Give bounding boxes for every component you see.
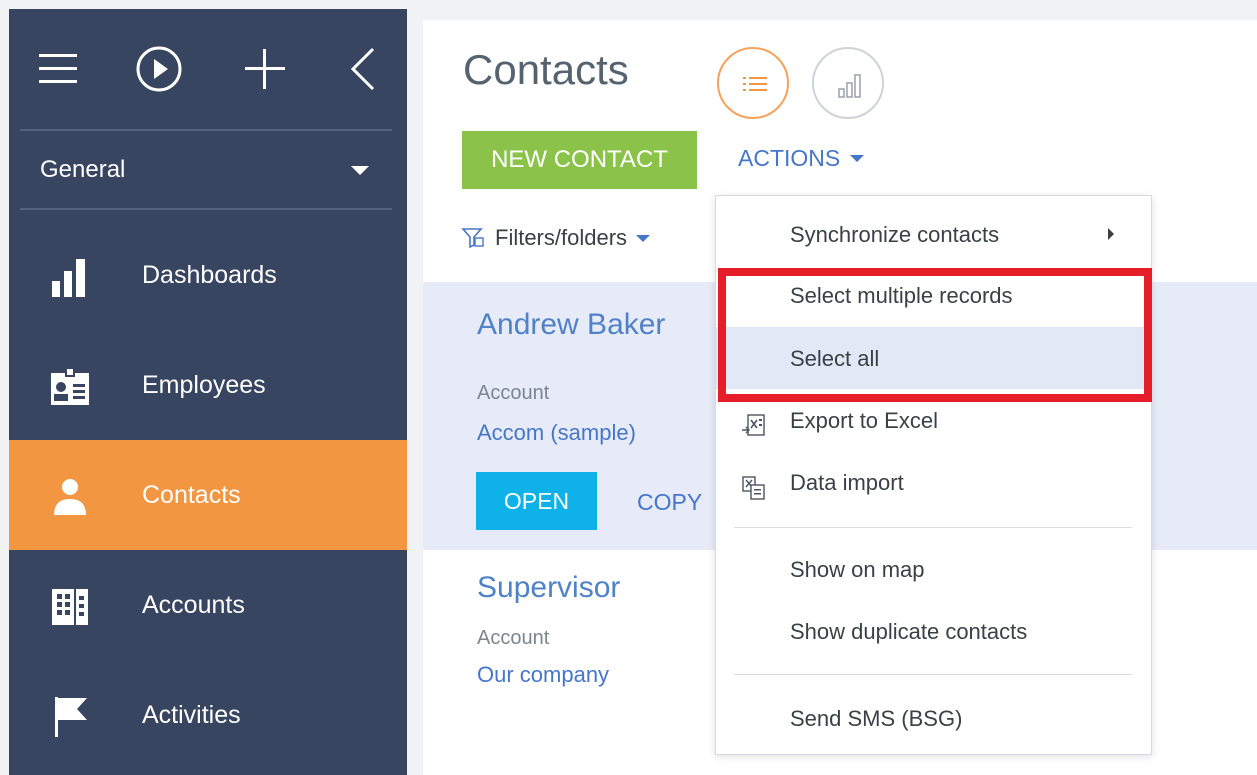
menu-item-label: Show on map	[790, 557, 925, 582]
sidebar-item-label: Activities	[142, 700, 241, 729]
actions-menu: Synchronize contacts Select multiple rec…	[715, 195, 1152, 755]
filters-label: Filters/folders	[495, 225, 628, 250]
menu-item-label: Select all	[790, 346, 880, 371]
menu-item-label: Select multiple records	[790, 283, 1013, 308]
account-label: Account	[477, 627, 550, 649]
play-process-icon[interactable]	[133, 43, 185, 95]
menu-divider	[734, 674, 1132, 675]
flag-icon	[49, 697, 97, 737]
data-import-icon	[742, 476, 765, 500]
menu-item-select-multiple-records[interactable]: Select multiple records	[716, 268, 1151, 330]
menu-item-label: Export to Excel	[790, 408, 938, 433]
id-badge-icon	[49, 367, 97, 407]
chevron-down-icon	[351, 166, 369, 175]
menu-item-label: Send SMS (BSG)	[790, 706, 963, 731]
open-button[interactable]: OPEN	[476, 472, 597, 530]
sidebar-item-label: Accounts	[142, 590, 245, 619]
menu-item-show-duplicate-contacts[interactable]: Show duplicate contacts	[716, 603, 1151, 665]
contact-name[interactable]: Supervisor	[477, 571, 620, 605]
sidebar-item-contacts[interactable]: Contacts	[9, 440, 407, 550]
plus-icon[interactable]	[239, 43, 291, 95]
filter-icon	[461, 228, 484, 249]
analytics-view-button[interactable]	[812, 47, 884, 119]
menu-item-label: Synchronize contacts	[790, 222, 1000, 247]
menu-item-label: Data import	[790, 470, 904, 495]
filters-folders-button[interactable]: Filters/folders	[461, 225, 651, 251]
menu-item-label: Show duplicate contacts	[790, 619, 1028, 644]
hamburger-menu-icon[interactable]	[37, 43, 89, 95]
workspace-selector[interactable]: General	[9, 131, 407, 208]
chevron-right-icon	[1108, 228, 1114, 240]
divider	[20, 208, 392, 210]
account-label: Account	[477, 382, 550, 404]
sidebar-item-label: Employees	[142, 370, 266, 399]
page-title: Contacts	[463, 46, 629, 93]
menu-item-synchronize-contacts[interactable]: Synchronize contacts	[716, 204, 1151, 266]
sidebar-item-dashboards[interactable]: Dashboards	[9, 220, 407, 330]
sidebar-item-label: Dashboards	[142, 260, 277, 289]
menu-divider	[734, 527, 1132, 528]
new-contact-button[interactable]: NEW CONTACT	[462, 131, 697, 189]
contact-name[interactable]: Andrew Baker	[477, 308, 665, 342]
copy-button[interactable]: COPY	[637, 489, 702, 516]
bar-chart-icon	[838, 74, 861, 98]
menu-item-data-import[interactable]: Data import	[716, 454, 1151, 516]
caret-down-icon	[636, 234, 651, 242]
menu-item-export-to-excel[interactable]: Export to Excel	[716, 392, 1151, 454]
account-link[interactable]: Accom (sample)	[477, 420, 636, 446]
sidebar: General Dashboards Employees Contacts Ac…	[9, 9, 407, 775]
bar-chart-icon	[49, 257, 97, 297]
workspace-label: General	[40, 155, 126, 183]
collapse-left-icon[interactable]	[339, 43, 391, 95]
person-icon	[49, 477, 97, 517]
menu-item-select-all[interactable]: Select all	[716, 327, 1151, 389]
menu-item-show-on-map[interactable]: Show on map	[716, 541, 1151, 603]
caret-down-icon	[850, 155, 865, 162]
sidebar-toolbar	[9, 9, 407, 129]
building-icon	[49, 587, 97, 627]
excel-export-icon	[742, 414, 765, 436]
sidebar-item-employees[interactable]: Employees	[9, 330, 407, 440]
actions-dropdown[interactable]: ACTIONS	[738, 145, 865, 172]
list-icon	[743, 77, 767, 91]
list-view-button[interactable]	[717, 47, 789, 119]
sidebar-item-accounts[interactable]: Accounts	[9, 550, 407, 660]
sidebar-item-label: Contacts	[142, 480, 241, 509]
account-link[interactable]: Our company	[477, 662, 609, 688]
actions-label: ACTIONS	[738, 145, 841, 171]
sidebar-item-activities[interactable]: Activities	[9, 660, 407, 770]
menu-item-send-sms[interactable]: Send SMS (BSG)	[716, 686, 1151, 748]
